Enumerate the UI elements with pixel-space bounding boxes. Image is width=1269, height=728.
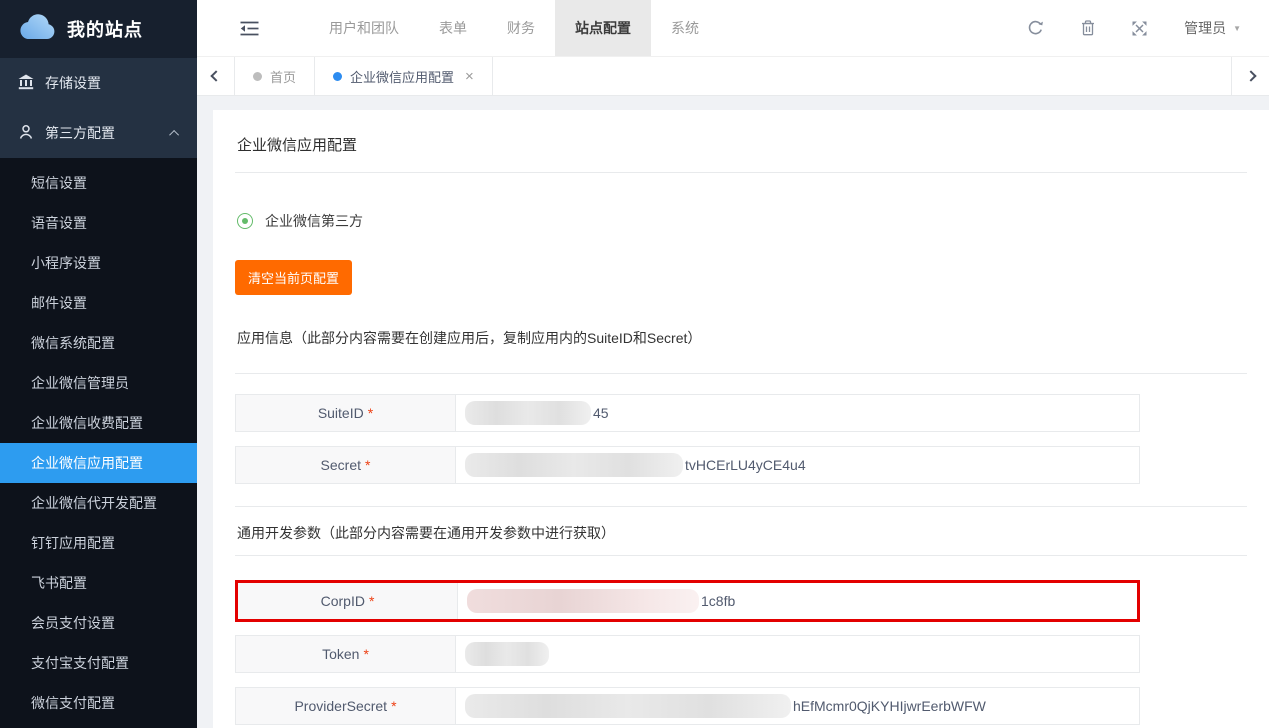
submenu-item-wechat-system[interactable]: 微信系统配置 xyxy=(0,323,197,363)
common-params-form: CorpID* 1c8fb Token* xyxy=(235,580,1140,728)
form-row-corpid-highlighted: CorpID* 1c8fb xyxy=(235,580,1140,622)
redacted-value xyxy=(465,642,549,666)
tab-status-dot xyxy=(333,72,342,81)
cloud-icon xyxy=(18,13,56,45)
sidebar-item-label: 第三方配置 xyxy=(45,123,115,143)
main-column: 用户和团队 表单 财务 站点配置 系统 xyxy=(197,0,1269,728)
nav-item-users-teams[interactable]: 用户和团队 xyxy=(309,0,419,56)
submenu-item-wecom-dev-config[interactable]: 企业微信代开发配置 xyxy=(0,483,197,523)
refresh-icon[interactable] xyxy=(1027,20,1044,36)
field-label: CorpID* xyxy=(238,583,458,619)
providersecret-input[interactable]: hEfMcmr0QjKYHIjwrEerbWFW xyxy=(456,688,1139,724)
form-row-suiteid: SuiteID* 45 xyxy=(235,394,1140,432)
required-mark: * xyxy=(391,698,396,714)
divider xyxy=(235,555,1247,556)
tab-label: 首页 xyxy=(270,67,296,86)
close-icon[interactable]: × xyxy=(465,69,474,84)
field-label: Secret* xyxy=(236,447,456,483)
token-input[interactable] xyxy=(456,636,1139,672)
visible-value: tvHCErLU4yCE4u4 xyxy=(685,457,806,473)
submenu-item-dingtalk-app-config[interactable]: 钉钉应用配置 xyxy=(0,523,197,563)
form-row-providersecret: ProviderSecret* hEfMcmr0QjKYHIjwrEerbWFW xyxy=(235,687,1140,725)
caret-down-icon: ▼ xyxy=(1233,24,1241,33)
divider xyxy=(235,506,1247,507)
visible-value: hEfMcmr0QjKYHIjwrEerbWFW xyxy=(793,698,986,714)
tab-status-dot xyxy=(253,72,262,81)
bank-icon xyxy=(18,74,34,93)
chevron-right-icon xyxy=(1245,70,1256,81)
visible-value: 1c8fb xyxy=(701,593,735,609)
nav-item-system[interactable]: 系统 xyxy=(651,0,719,56)
sidebar-item-third-party-config[interactable]: 第三方配置 xyxy=(0,108,197,158)
tabs-scroll-right-button[interactable] xyxy=(1231,57,1269,95)
submenu-item-sms[interactable]: 短信设置 xyxy=(0,163,197,203)
required-mark: * xyxy=(365,457,370,473)
visible-value: 45 xyxy=(593,405,609,421)
top-bar: 用户和团队 表单 财务 站点配置 系统 xyxy=(197,0,1269,57)
nav-item-site-config[interactable]: 站点配置 xyxy=(555,0,651,56)
sidebar-submenu: 短信设置 语音设置 小程序设置 邮件设置 微信系统配置 企业微信管理员 企业微信… xyxy=(0,158,197,728)
site-logo: 我的站点 xyxy=(0,0,197,58)
menu-fold-icon[interactable] xyxy=(240,21,259,36)
sidebar: 我的站点 存储设置 第三方配置 xyxy=(0,0,197,728)
suiteid-input[interactable]: 45 xyxy=(456,395,1139,431)
redacted-value xyxy=(467,589,699,613)
chevron-up-icon xyxy=(169,129,179,139)
redacted-value xyxy=(465,453,683,477)
tabs-scroll-left-button[interactable] xyxy=(197,57,235,95)
page-title: 企业微信应用配置 xyxy=(235,128,1247,172)
radio-selected-icon[interactable] xyxy=(237,213,253,229)
app-info-form: SuiteID* 45 Secret* tvHCErLU4yCE4u4 xyxy=(235,394,1140,484)
redacted-value xyxy=(465,401,591,425)
user-menu[interactable]: 管理员 ▼ xyxy=(1184,18,1241,38)
corpid-input[interactable]: 1c8fb xyxy=(458,583,1137,619)
trash-icon[interactable] xyxy=(1081,20,1095,36)
submenu-item-wechat-pay-config[interactable]: 微信支付配置 xyxy=(0,683,197,723)
tab-home[interactable]: 首页 xyxy=(235,57,315,95)
field-label: SuiteID* xyxy=(236,395,456,431)
required-mark: * xyxy=(363,646,368,662)
nav-item-finance[interactable]: 财务 xyxy=(487,0,555,56)
top-nav: 用户和团队 表单 财务 站点配置 系统 xyxy=(309,0,719,56)
redacted-value xyxy=(465,694,791,718)
submenu-item-voice[interactable]: 语音设置 xyxy=(0,203,197,243)
form-row-secret: Secret* tvHCErLU4yCE4u4 xyxy=(235,446,1140,484)
site-name: 我的站点 xyxy=(67,16,143,42)
required-mark: * xyxy=(368,405,373,421)
submenu-item-miniprogram[interactable]: 小程序设置 xyxy=(0,243,197,283)
tab-wecom-app-config[interactable]: 企业微信应用配置 × xyxy=(315,57,493,95)
chevron-left-icon xyxy=(210,70,221,81)
section-common-params: 通用开发参数（此部分内容需要在通用开发参数中进行获取） xyxy=(237,523,1247,555)
radio-wecom-third-party[interactable]: 企业微信第三方 xyxy=(237,211,1247,231)
nav-item-forms[interactable]: 表单 xyxy=(419,0,487,56)
submenu-item-feishu-config[interactable]: 飞书配置 xyxy=(0,563,197,603)
submenu-item-mail[interactable]: 邮件设置 xyxy=(0,283,197,323)
radio-label: 企业微信第三方 xyxy=(265,211,363,231)
form-row-token: Token* xyxy=(235,635,1140,673)
submenu-item-wecom-admin[interactable]: 企业微信管理员 xyxy=(0,363,197,403)
secret-input[interactable]: tvHCErLU4yCE4u4 xyxy=(456,447,1139,483)
top-actions: 管理员 ▼ xyxy=(1027,18,1269,38)
submenu-item-wecom-app-config[interactable]: 企业微信应用配置 xyxy=(0,443,197,483)
field-label: ProviderSecret* xyxy=(236,688,456,724)
divider xyxy=(235,172,1247,173)
clear-current-page-config-button[interactable]: 清空当前页配置 xyxy=(235,260,352,295)
user-label: 管理员 xyxy=(1184,18,1226,38)
field-label: Token* xyxy=(236,636,456,672)
tab-label: 企业微信应用配置 xyxy=(350,67,454,86)
config-card: 企业微信应用配置 企业微信第三方 清空当前页配置 应用信息（此部分内容需要在创建… xyxy=(213,110,1269,728)
submenu-item-alipay-config[interactable]: 支付宝支付配置 xyxy=(0,643,197,683)
tab-bar: 首页 企业微信应用配置 × xyxy=(197,57,1269,96)
required-mark: * xyxy=(369,593,374,609)
section-app-info: 应用信息（此部分内容需要在创建应用后，复制应用内的SuiteID和Secret） xyxy=(237,328,1247,373)
sidebar-item-label: 存储设置 xyxy=(45,73,101,93)
sidebar-item-storage-settings[interactable]: 存储设置 xyxy=(0,58,197,108)
submenu-item-wecom-billing[interactable]: 企业微信收费配置 xyxy=(0,403,197,443)
divider xyxy=(235,373,1247,374)
content-area: 企业微信应用配置 企业微信第三方 清空当前页配置 应用信息（此部分内容需要在创建… xyxy=(197,96,1269,728)
fullscreen-icon[interactable] xyxy=(1132,21,1147,36)
person-icon xyxy=(18,124,34,143)
submenu-item-member-payment[interactable]: 会员支付设置 xyxy=(0,603,197,643)
